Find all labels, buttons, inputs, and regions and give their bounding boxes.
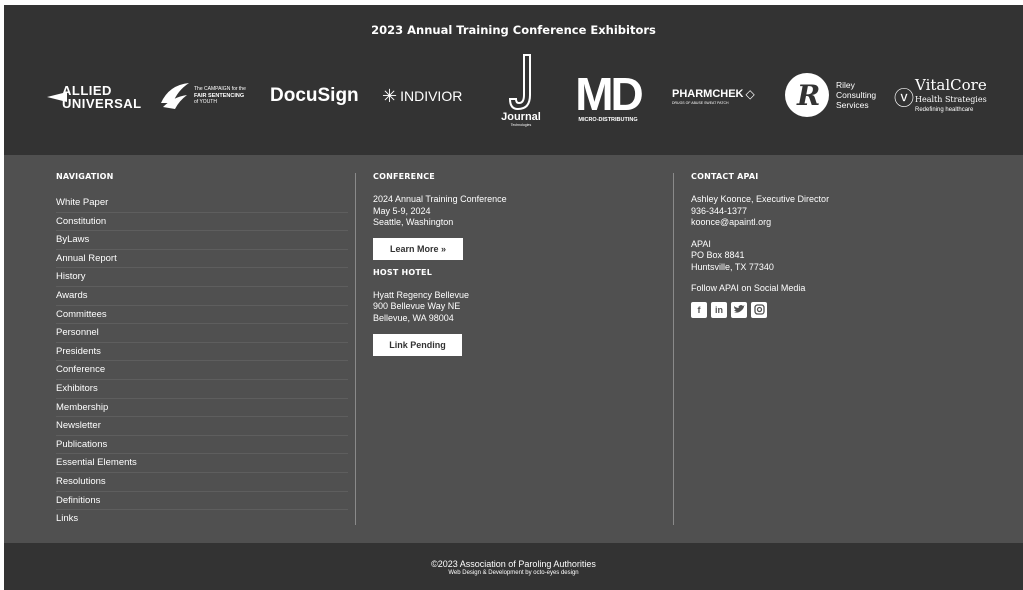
facebook-icon[interactable]: f <box>691 301 707 318</box>
vitalcore-line1: VitalCore <box>915 75 987 94</box>
pharmchek-text: PHARMCHEK <box>672 88 744 100</box>
contact-po-box: PO Box 8841 <box>691 250 745 260</box>
svg-text:R: R <box>796 79 820 112</box>
journal-sub: Technologies <box>510 123 532 127</box>
copyright-text: ©2023 Association of Paroling Authoritie… <box>431 559 596 569</box>
md-sub-text: MICRO-DISTRIBUTING <box>578 117 638 123</box>
allied-universal-line2: UNIVERSAL <box>62 96 142 111</box>
hotel-city: Bellevue, WA 98004 <box>373 312 454 323</box>
credit-text[interactable]: Web Design & Development by octo-eyes de… <box>4 570 1023 576</box>
navigation-list: White Paper Constitution ByLaws Annual R… <box>56 194 348 529</box>
navigation-heading: NAVIGATION <box>56 172 114 181</box>
nav-item-essential-elements[interactable]: Essential Elements <box>56 454 348 473</box>
pharmchek-sub: DRUGS OF ABUSE SWEAT PATCH <box>672 101 729 105</box>
learn-more-button[interactable]: Learn More » <box>373 237 463 260</box>
vitalcore-line2: Health Strategies <box>915 94 987 104</box>
indivior-text: INDIVIOR <box>400 88 463 104</box>
logo-micro-distributing[interactable]: MD MICRO-DISTRIBUTING <box>560 71 656 127</box>
logo-indivior[interactable]: ✳ INDIVIOR <box>382 84 462 108</box>
nav-item-awards[interactable]: Awards <box>56 287 348 306</box>
instagram-icon[interactable] <box>751 301 767 318</box>
indivior-burst-icon: ✳ <box>382 85 398 106</box>
linkedin-icon[interactable]: in <box>711 301 727 318</box>
nav-item-publications[interactable]: Publications <box>56 436 348 455</box>
nav-item-white-paper[interactable]: White Paper <box>56 194 348 213</box>
conference-heading: CONFERENCE <box>373 172 435 181</box>
vitalcore-line3: Redefining healthcare <box>915 106 974 113</box>
logo-campaign-fair-sentencing[interactable]: The CAMPAIGN for the FAIR SENTENCING of … <box>159 79 259 113</box>
nav-item-bylaws[interactable]: ByLaws <box>56 231 348 250</box>
docusign-text: DocuSign <box>270 85 359 106</box>
campaign-line1: The CAMPAIGN for the <box>194 86 246 93</box>
nav-item-committees[interactable]: Committees <box>56 306 348 325</box>
hotel-name: Hyatt Regency Bellevue <box>373 289 470 300</box>
logo-pharmchek[interactable]: PHARMCHEK ◇ DRUGS OF ABUSE SWEAT PATCH <box>672 87 755 105</box>
nav-item-presidents[interactable]: Presidents <box>56 343 348 362</box>
contact-column: CONTACT APAI Ashley Koonce, Executive Di… <box>691 172 991 318</box>
campaign-wing-icon <box>161 83 189 109</box>
navigation-column: NAVIGATION White Paper Constitution ByLa… <box>56 172 348 529</box>
conference-dates: May 5-9, 2024 <box>373 205 431 216</box>
conference-location: Seattle, Washington <box>373 217 454 227</box>
journal-text: Journal <box>501 111 541 123</box>
riley-line3: Services <box>836 100 869 110</box>
column-divider <box>355 173 356 525</box>
contact-email[interactable]: koonce@apaintl.org <box>691 217 991 229</box>
vitalcore-leaf-icon: ⓥ <box>894 87 914 110</box>
column-divider <box>673 173 674 525</box>
riley-r-emblem-icon: R <box>785 73 829 117</box>
campaign-line3: of YOUTH <box>194 99 217 106</box>
link-pending-button[interactable]: Link Pending <box>373 334 462 356</box>
nav-item-newsletter[interactable]: Newsletter <box>56 417 348 436</box>
footer: 2023 Annual Training Conference Exhibito… <box>4 5 1023 590</box>
social-label: Follow APAI on Social Media <box>691 283 806 293</box>
nav-item-annual-report[interactable]: Annual Report <box>56 250 348 269</box>
hotel-street: 900 Bellevue Way NE <box>373 301 461 311</box>
nav-item-history[interactable]: History <box>56 268 348 287</box>
pharmchek-check-icon: ◇ <box>745 87 755 101</box>
twitter-icon[interactable] <box>731 301 747 318</box>
conference-column: CONFERENCE 2024 Annual Training Conferen… <box>373 172 653 356</box>
exhibitors-band: 2023 Annual Training Conference Exhibito… <box>4 5 1023 155</box>
nav-item-membership[interactable]: Membership <box>56 399 348 418</box>
logo-vitalcore[interactable]: ⓥ VitalCore Health Strategies Redefining… <box>894 75 987 117</box>
nav-item-conference[interactable]: Conference <box>56 361 348 380</box>
logo-riley-consulting[interactable]: R Riley Consulting Services <box>784 72 876 118</box>
logo-docusign[interactable]: DocuSign <box>270 83 359 109</box>
contact-org: APAI <box>691 238 711 249</box>
nav-item-personnel[interactable]: Personnel <box>56 324 348 343</box>
contact-heading: CONTACT APAI <box>691 172 759 181</box>
md-big-text: MD <box>575 68 644 120</box>
contact-phone[interactable]: 936-344-1377 <box>691 206 991 218</box>
conference-name: 2024 Annual Training Conference <box>373 194 507 204</box>
nav-item-links[interactable]: Links <box>56 510 348 529</box>
contact-name: Ashley Koonce, Executive Director <box>691 194 830 204</box>
nav-item-constitution[interactable]: Constitution <box>56 213 348 232</box>
footer-columns: NAVIGATION White Paper Constitution ByLa… <box>4 155 1023 543</box>
nav-item-definitions[interactable]: Definitions <box>56 492 348 511</box>
nav-item-resolutions[interactable]: Resolutions <box>56 473 348 492</box>
logo-journal-technologies[interactable]: Journal Technologies <box>496 53 546 141</box>
exhibitors-title: 2023 Annual Training Conference Exhibito… <box>371 23 656 37</box>
logo-allied-universal[interactable]: ALLIED UNIVERSAL <box>46 79 144 115</box>
riley-line1: Riley <box>836 80 855 90</box>
riley-line2: Consulting <box>836 90 877 100</box>
host-hotel-heading: HOST HOTEL <box>373 267 433 277</box>
social-links: f in <box>691 301 991 318</box>
copyright-bar: ©2023 Association of Paroling Authoritie… <box>4 543 1023 590</box>
nav-item-exhibitors[interactable]: Exhibitors <box>56 380 348 399</box>
journal-j-icon <box>508 54 531 111</box>
contact-city: Huntsville, TX 77340 <box>691 261 774 272</box>
